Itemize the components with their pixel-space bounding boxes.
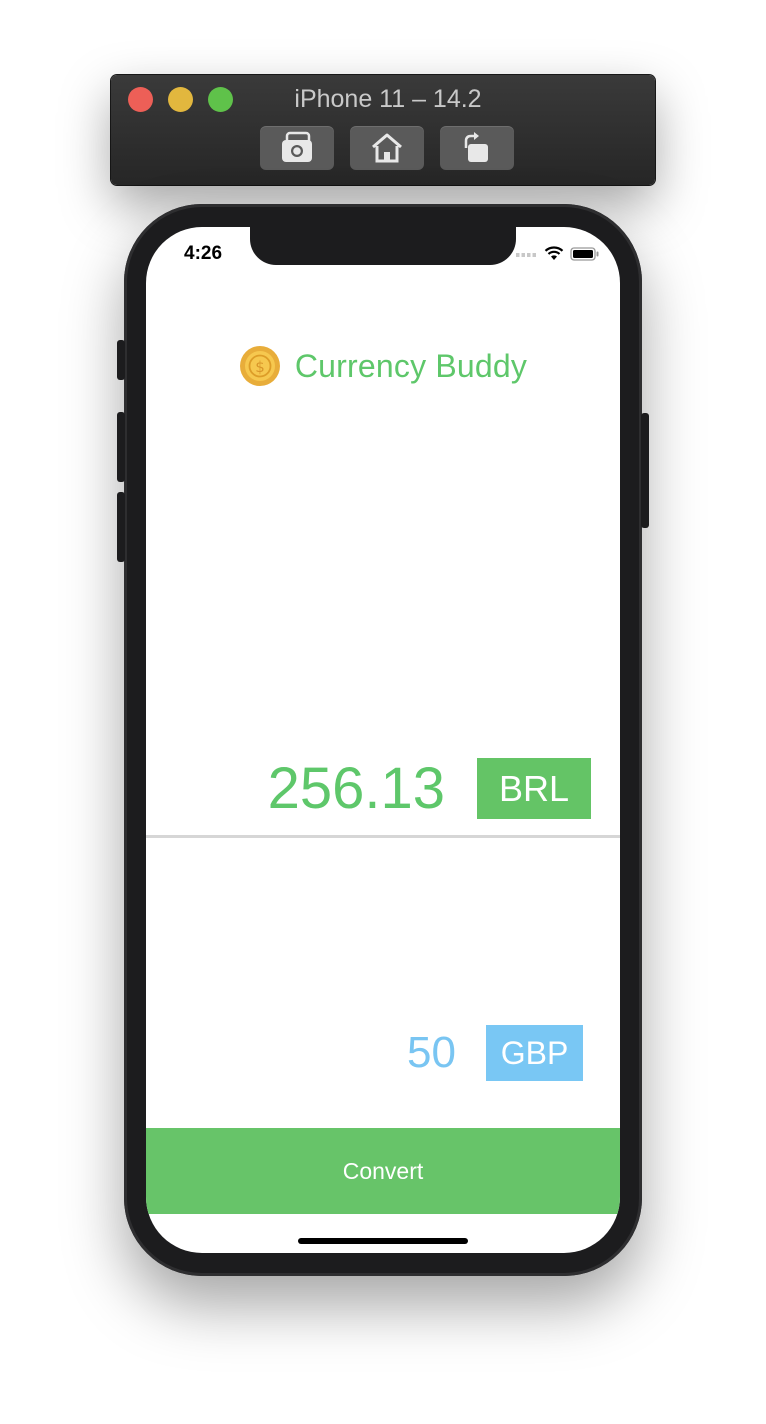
screenshot-icon xyxy=(282,131,312,162)
power-button[interactable] xyxy=(641,413,649,528)
home-icon xyxy=(372,133,402,163)
amount-input[interactable]: 50 xyxy=(407,1028,456,1078)
target-currency-button[interactable]: BRL xyxy=(477,758,591,819)
volume-down-button[interactable] xyxy=(117,492,125,562)
simulator-titlebar: iPhone 11 – 14.2 xyxy=(111,75,655,185)
result-row: 256.13 BRL xyxy=(268,755,591,822)
source-currency-button[interactable]: GBP xyxy=(486,1025,583,1081)
app-title: Currency Buddy xyxy=(294,347,528,384)
screenshot-button[interactable] xyxy=(260,126,334,170)
result-value: 256.13 xyxy=(267,756,445,821)
convert-button[interactable]: Convert xyxy=(146,1128,620,1214)
rotate-icon xyxy=(464,132,488,162)
home-indicator[interactable] xyxy=(298,1238,468,1244)
divider xyxy=(146,835,620,838)
mute-switch[interactable] xyxy=(117,340,125,380)
home-button[interactable] xyxy=(350,126,424,170)
svg-text:$: $ xyxy=(255,358,265,376)
battery-icon xyxy=(570,246,599,261)
volume-up-button[interactable] xyxy=(117,412,125,482)
device-screen: 4:26 $ Currency Buddy 256.13 BRL 50 GBP … xyxy=(146,227,620,1253)
input-row: 50 GBP xyxy=(407,1025,583,1081)
rotate-button[interactable] xyxy=(440,126,514,170)
wifi-icon xyxy=(544,246,564,260)
simulator-title: iPhone 11 – 14.2 xyxy=(294,85,482,113)
notch xyxy=(250,227,516,265)
status-time: 4:26 xyxy=(184,243,223,264)
cellular-signal-icon xyxy=(516,252,536,257)
status-icons xyxy=(516,246,600,261)
app-header: $ Currency Buddy xyxy=(146,345,620,387)
coin-icon: $ xyxy=(239,346,280,386)
